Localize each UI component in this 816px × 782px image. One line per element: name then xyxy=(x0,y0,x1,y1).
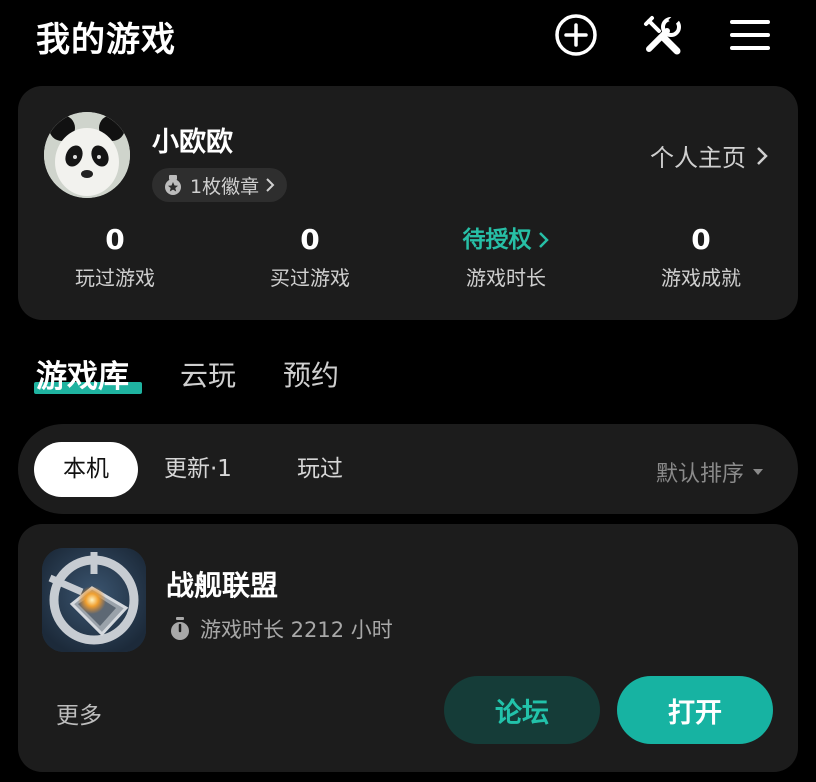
game-icon[interactable] xyxy=(42,548,146,652)
page-title: 我的游戏 xyxy=(36,20,176,60)
tools-icon[interactable] xyxy=(640,12,686,58)
tab-cloud-play[interactable]: 云玩 xyxy=(180,354,236,394)
chevron-right-icon xyxy=(538,232,549,248)
badge-label: 1枚徽章 xyxy=(190,175,260,198)
stat-value: 待授权 xyxy=(421,222,591,258)
app-header: 我的游戏 xyxy=(0,0,816,72)
tab-reservations[interactable]: 预约 xyxy=(283,354,339,394)
stat-label: 买过游戏 xyxy=(270,266,350,290)
avatar[interactable] xyxy=(44,112,130,198)
caret-down-icon xyxy=(753,469,763,475)
homepage-label: 个人主页 xyxy=(650,144,746,172)
add-circle-icon[interactable] xyxy=(553,12,599,58)
filter-bar: 本机 更新·1 玩过 默认排序 xyxy=(18,424,798,514)
menu-icon[interactable] xyxy=(727,12,773,58)
library-tabs: 游戏库 云玩 预约 xyxy=(0,346,816,406)
authorize-pending-label: 待授权 xyxy=(462,227,532,253)
filter-played[interactable]: 玩过 xyxy=(273,442,367,497)
stat-value: 0 xyxy=(691,223,711,256)
tab-game-library[interactable]: 游戏库 xyxy=(36,351,129,396)
stopwatch-icon xyxy=(171,617,189,640)
sort-label: 默认排序 xyxy=(655,462,744,487)
stat-label: 游戏成就 xyxy=(661,266,741,290)
homepage-link[interactable]: 个人主页 xyxy=(650,138,768,173)
stat-play-time[interactable]: 待授权 游戏时长 xyxy=(421,222,591,291)
filter-local[interactable]: 本机 xyxy=(34,442,138,497)
chevron-right-icon xyxy=(266,178,275,192)
playtime-label: 游戏时长 2212 小时 xyxy=(200,618,393,642)
sort-dropdown[interactable]: 默认排序 xyxy=(656,456,764,488)
warship-logo-icon xyxy=(42,548,146,652)
stat-label: 玩过游戏 xyxy=(75,266,155,290)
username: 小欧欧 xyxy=(152,127,233,158)
stat-value: 0 xyxy=(300,223,320,256)
profile-card: 小欧欧 1枚徽章 个人主页 0 玩过游戏 0 买过游戏 待授权 游戏时长 0 游… xyxy=(18,86,798,320)
stat-label: 游戏时长 xyxy=(466,266,546,290)
stat-achievements[interactable]: 0 游戏成就 xyxy=(616,222,786,291)
open-button[interactable]: 打开 xyxy=(617,676,773,744)
panda-avatar-icon xyxy=(44,112,130,198)
game-card: 战舰联盟 游戏时长 2212 小时 更多 论坛 打开 xyxy=(18,524,798,772)
badge-button[interactable]: 1枚徽章 xyxy=(152,168,288,202)
filter-updates[interactable]: 更新·1 xyxy=(140,442,256,497)
game-playtime: 游戏时长 2212 小时 xyxy=(168,614,393,644)
stat-bought-games[interactable]: 0 买过游戏 xyxy=(225,222,395,291)
stat-played-games[interactable]: 0 玩过游戏 xyxy=(30,222,200,291)
stat-value: 0 xyxy=(105,223,125,256)
game-name: 战舰联盟 xyxy=(166,569,279,602)
more-button[interactable]: 更多 xyxy=(56,696,102,730)
medal-icon xyxy=(165,175,181,195)
forum-button[interactable]: 论坛 xyxy=(444,676,600,744)
chevron-right-icon xyxy=(757,146,768,165)
